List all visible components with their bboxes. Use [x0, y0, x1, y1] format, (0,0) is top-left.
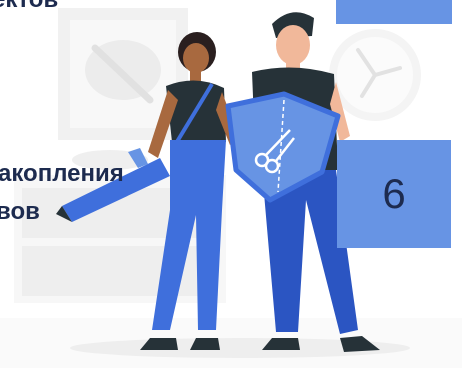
number-tile: 6	[337, 140, 451, 248]
heading-line-2: акопления	[0, 160, 124, 187]
number-tile-top	[336, 0, 452, 24]
clock-icon	[329, 29, 421, 121]
tile-number: 6	[382, 170, 406, 217]
heading-line-1: ектов	[0, 0, 58, 14]
heading-line-3: вов	[0, 198, 40, 225]
